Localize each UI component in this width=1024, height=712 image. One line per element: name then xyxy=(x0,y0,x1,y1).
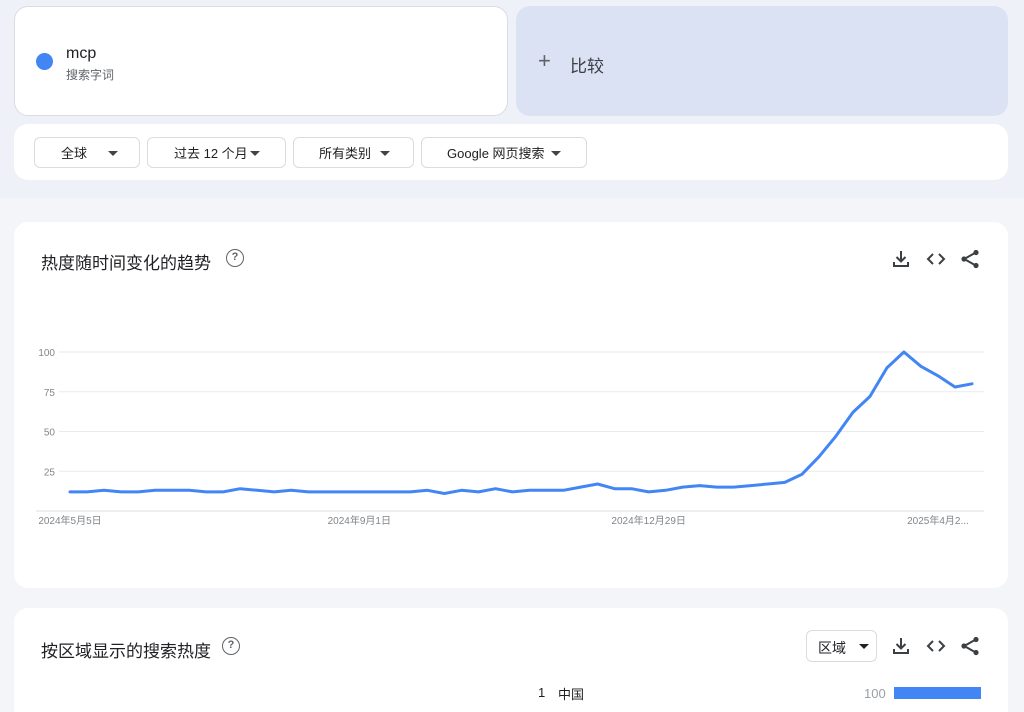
chevron-down-icon xyxy=(250,151,260,156)
region-rank: 1 xyxy=(538,685,546,700)
chevron-down-icon xyxy=(108,151,118,156)
category-filter-label: 所有类别 xyxy=(319,146,372,161)
term-name: mcp xyxy=(66,45,97,62)
search-term-card[interactable]: mcp 搜索字词 xyxy=(14,6,508,116)
y-tick-label: 75 xyxy=(44,388,56,399)
time-range-filter-label: 过去 12 个月 xyxy=(174,146,248,161)
x-tick-label: 2024年12月29日 xyxy=(611,514,686,527)
interest-over-time-card: 热度随时间变化的趋势 ? 100 75 50 25 2024年5月5日 2024年9月1日… xyxy=(14,222,1008,588)
download-icon[interactable] xyxy=(889,634,913,658)
x-tick-label: 2024年5月5日 xyxy=(38,514,101,527)
chevron-down-icon xyxy=(551,151,561,156)
compare-label: 比较 xyxy=(570,57,604,76)
compare-button[interactable]: + 比较 xyxy=(516,6,1008,116)
embed-icon[interactable] xyxy=(924,634,948,658)
help-icon[interactable]: ? xyxy=(222,637,240,655)
term-color-dot xyxy=(36,53,53,70)
interest-by-region-card: 按区域显示的搜索热度 ? 区域 1 中国 100 xyxy=(14,608,1008,712)
y-tick-label: 100 xyxy=(38,348,55,359)
time-range-filter[interactable]: 过去 12 个月 xyxy=(147,137,286,168)
plus-icon: + xyxy=(538,48,551,73)
region-score: 100 xyxy=(864,686,886,701)
series-line xyxy=(68,350,974,495)
y-tick-label: 25 xyxy=(44,467,56,478)
search-type-filter-label: Google 网页搜索 xyxy=(447,146,545,161)
category-filter[interactable]: 所有类别 xyxy=(293,137,414,168)
chevron-down-icon xyxy=(859,644,869,649)
region-filter-label: 全球 xyxy=(61,146,88,161)
x-tick-label: 2025年4月2... xyxy=(907,514,969,527)
chevron-down-icon xyxy=(380,151,390,156)
share-icon[interactable] xyxy=(958,634,982,658)
interest-by-region-title: 按区域显示的搜索热度 xyxy=(41,642,211,661)
filter-bar: 全球 过去 12 个月 所有类别 Google 网页搜索 xyxy=(14,124,1008,180)
region-level-label: 区域 xyxy=(818,640,846,656)
region-filter[interactable]: 全球 xyxy=(34,137,140,168)
trend-chart: 100 75 50 25 2024年5月5日 2024年9月1日 2024年12月29日 20… xyxy=(36,348,984,527)
region-level-select[interactable]: 区域 xyxy=(806,630,877,662)
term-type: 搜索字词 xyxy=(66,68,115,82)
search-type-filter[interactable]: Google 网页搜索 xyxy=(421,137,587,168)
region-name: 中国 xyxy=(558,687,585,702)
x-tick-label: 2024年9月1日 xyxy=(328,514,391,527)
region-score-bar xyxy=(894,687,981,699)
y-tick-label: 50 xyxy=(44,428,56,439)
